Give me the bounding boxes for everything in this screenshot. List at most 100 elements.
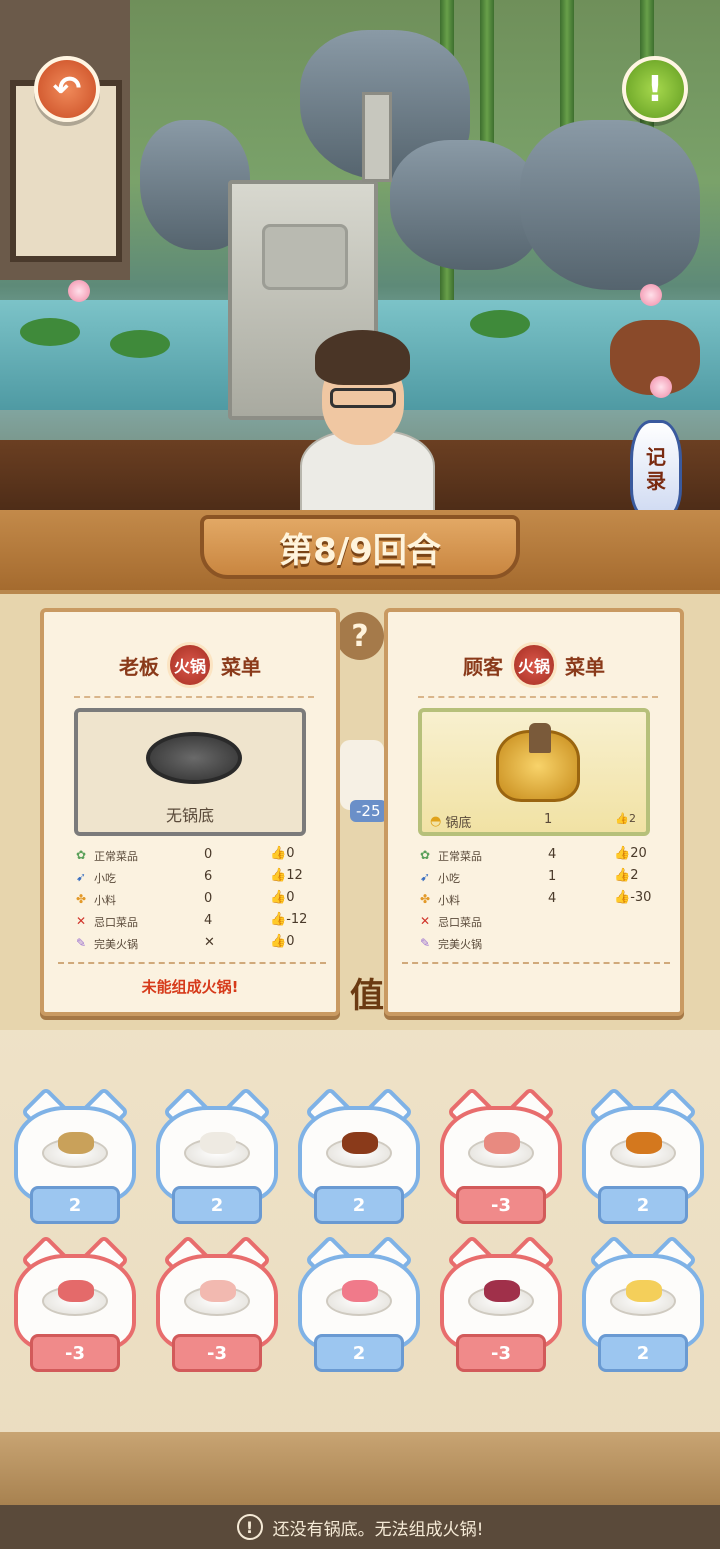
stat-row: ✎ 完美火锅 ✕ 👍0 [74, 934, 324, 956]
ingredient-slot[interactable]: -3 [440, 1234, 562, 1374]
customer-menu-title-right: 菜单 [565, 654, 605, 679]
stat-label: 小料 [94, 894, 116, 907]
customer-character [300, 330, 435, 520]
help-icon[interactable]: ? [336, 612, 384, 660]
stat-like-value: 20 [630, 846, 647, 861]
status-bar: ! 还没有锅底。无法组成火锅! [0, 1505, 720, 1549]
stat-icon: ➹ [75, 870, 87, 884]
stat-label: 完美火锅 [438, 938, 482, 951]
thumb-icon: 👍 [270, 868, 287, 883]
back-button[interactable]: ↶ [34, 56, 100, 122]
ingredient-slot[interactable]: -3 [440, 1086, 562, 1226]
stat-label: 忌口菜品 [94, 916, 138, 929]
food-icon [626, 1280, 662, 1302]
stat-value: 0 [204, 847, 213, 862]
record-label-2: 录 [646, 469, 666, 493]
round-banner: 第8/9回合 [200, 515, 520, 579]
stat-icon: ✿ [419, 848, 431, 862]
stone-lantern [362, 92, 392, 182]
lily-pad [20, 318, 80, 346]
stat-value: 4 [548, 847, 557, 862]
stat-like: 👍12 [270, 868, 303, 883]
pot-base-text: 锅底 [445, 816, 472, 831]
stat-like: 👍0 [270, 934, 294, 949]
thumb-icon: 👍 [270, 934, 287, 949]
middle-score: -25 [350, 800, 387, 822]
stat-label: 正常菜品 [94, 850, 138, 863]
thumb-icon: 👍 [270, 846, 287, 861]
stat-row: ✤ 小料 4 👍-30 [418, 890, 668, 912]
stat-label: 正常菜品 [438, 850, 482, 863]
food-icon [58, 1132, 94, 1154]
ingredient-score: 2 [598, 1186, 688, 1224]
stat-value: 0 [204, 891, 213, 906]
ingredient-score: 2 [172, 1186, 262, 1224]
pot-base-like-value: 2 [629, 812, 636, 825]
divider [402, 962, 670, 964]
stat-like-value: 2 [630, 868, 639, 883]
stat-row: ➹ 小吃 1 👍2 [418, 868, 668, 890]
ingredient-slot[interactable]: -3 [14, 1234, 136, 1374]
ingredient-slot[interactable]: 2 [582, 1234, 704, 1374]
ingredient-slot[interactable]: 2 [298, 1234, 420, 1374]
boss-stats: ✿ 正常菜品 0 👍0 ➹ 小吃 6 👍12 ✤ 小料 0 👍0 ✕ 忌口菜品 4 👍-12 ✎ 完美火锅 ✕ 👍0 [74, 846, 324, 956]
ingredient-score: 2 [598, 1334, 688, 1372]
boss-pot-caption: 无锅底 [165, 806, 214, 825]
ingredient-score: -3 [456, 1334, 546, 1372]
ingredient-slot[interactable]: 2 [298, 1086, 420, 1226]
stat-label: 小料 [438, 894, 460, 907]
food-icon [342, 1280, 378, 1302]
customer-pot-slot[interactable]: ◓ 锅底 1 👍2 [418, 708, 650, 836]
food-icon [342, 1132, 378, 1154]
stat-label: 小吃 [438, 872, 460, 885]
stat-like-value: -30 [630, 890, 652, 905]
stat-icon: ✕ [75, 914, 87, 928]
stat-like: 👍20 [614, 846, 647, 861]
stat-like: 👍0 [270, 846, 294, 861]
food-icon [58, 1280, 94, 1302]
stat-like-value: 0 [286, 934, 295, 949]
round-text: 第8/9回合 [279, 530, 441, 571]
customer-menu-card: 顾客 火锅 菜单 ◓ 锅底 1 👍2 ✿ 正常菜品 4 👍20 ➹ 小吃 1 👍2 ✤ 小料 4 👍-… [384, 608, 684, 1016]
ingredient-slot[interactable]: 2 [14, 1086, 136, 1226]
empty-pot-icon [146, 732, 242, 784]
thumb-icon: 👍 [614, 846, 631, 861]
hotpot-badge: 火锅 [511, 642, 557, 688]
divider [74, 696, 314, 698]
stat-label: 忌口菜品 [438, 916, 482, 929]
record-button[interactable]: 记 录 [630, 420, 682, 518]
lotus-flower [650, 376, 672, 398]
thumb-icon: 👍 [615, 812, 629, 825]
boss-pot-slot[interactable]: 无锅底 [74, 708, 306, 836]
rock [390, 140, 540, 270]
stat-row: ✕ 忌口菜品 [418, 912, 668, 934]
divider [58, 962, 326, 964]
ingredient-slot[interactable]: 2 [156, 1086, 278, 1226]
customer-menu-title-left: 顾客 [463, 654, 503, 679]
boss-menu-card: 老板 火锅 菜单 无锅底 ✿ 正常菜品 0 👍0 ➹ 小吃 6 👍12 ✤ 小料 0 👍0 ✕ 忌口菜品 4… [40, 608, 340, 1016]
thumb-icon: 👍 [614, 890, 631, 905]
stat-label: 小吃 [94, 872, 116, 885]
house [0, 0, 130, 280]
food-icon [200, 1280, 236, 1302]
ingredient-slot[interactable]: 2 [582, 1086, 704, 1226]
stat-value: 4 [548, 891, 557, 906]
back-arrow-icon: ↶ [52, 69, 82, 109]
stat-icon: ✕ [419, 914, 431, 928]
customer-menu-header: 顾客 火锅 菜单 [388, 642, 680, 688]
info-button[interactable]: ! [622, 56, 688, 122]
thumb-icon: 👍 [614, 868, 631, 883]
stat-row: ✤ 小料 0 👍0 [74, 890, 324, 912]
customer-hair [315, 330, 410, 385]
boss-menu-title-right: 菜单 [221, 654, 261, 679]
lotus-flower [68, 280, 90, 302]
stat-icon: ✤ [419, 892, 431, 906]
alert-icon: ! [236, 1514, 263, 1540]
pot-base-label: ◓ 锅底 [430, 812, 471, 831]
food-icon [484, 1280, 520, 1302]
divider [418, 696, 658, 698]
ingredient-score: -3 [30, 1334, 120, 1372]
boss-menu-header: 老板 火锅 菜单 [44, 642, 336, 688]
ingredient-slot[interactable]: -3 [156, 1234, 278, 1374]
stat-row: ✿ 正常菜品 0 👍0 [74, 846, 324, 868]
